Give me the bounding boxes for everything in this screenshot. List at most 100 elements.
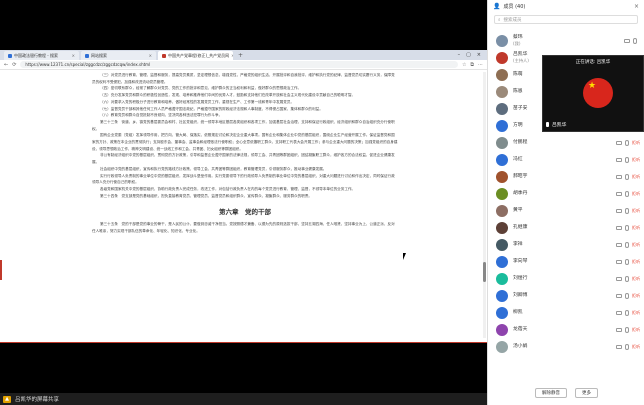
member-status: 拒听: [616, 275, 640, 282]
close-window-icon[interactable]: ×: [477, 51, 481, 60]
menu-icon[interactable]: ⋯: [478, 62, 483, 68]
member-state: 拒听: [632, 258, 640, 264]
avatar: [496, 289, 508, 302]
avatar: [496, 170, 508, 183]
member-row[interactable]: 孔继康 拒听: [488, 219, 644, 236]
paragraph: 第三十五条 党的干部是党的事业的骨干，是人民的公仆，要做到忠诚干净担当。党按照德…: [92, 222, 395, 234]
video-name-tag: 吕凯华: [546, 121, 566, 128]
member-row[interactable]: 龙蓓天 拒听: [488, 321, 644, 338]
microphone-icon: [625, 224, 629, 231]
talking-indicator: 正在讲话: 吕凯华: [575, 60, 611, 65]
member-state: 拒听: [632, 241, 640, 247]
speaker-video-tile[interactable]: 正在讲话: 吕凯华 ★ 吕凯华: [542, 55, 644, 132]
paragraph: 第三十四条 党支部是党的基础组织，担负直接教育党员、管理党员、监督党员和组织群众…: [100, 193, 313, 198]
camera-icon: [616, 225, 622, 230]
camera-icon: [624, 38, 630, 43]
microphone-icon: [625, 292, 629, 299]
member-row[interactable]: 汤小娟 拒听: [488, 338, 644, 355]
member-row[interactable]: 付鹏程 拒听: [488, 134, 644, 151]
back-icon[interactable]: ←: [4, 62, 8, 68]
avatar: [496, 204, 508, 217]
avatar: [496, 51, 508, 64]
refresh-icon[interactable]: ⟳: [12, 62, 16, 68]
star-icon: ★: [588, 81, 597, 91]
paragraph: （六）对要求入党的积极分子进行教育和培养，做好经常性的发展党员工作，重视在生产、…: [100, 99, 295, 104]
member-row[interactable]: 郝昭宇 拒听: [488, 168, 644, 185]
minimize-icon[interactable]: –: [458, 51, 461, 60]
paragraph: （八）教育党员和群众自觉抵制不良倾向，坚决同各种违法犯罪行为作斗争。: [100, 113, 223, 118]
member-name: 胡季丹: [513, 190, 528, 196]
camera-icon: [616, 140, 622, 145]
extensions-icon[interactable]: ⧉: [470, 62, 474, 68]
scrollbar-thumb[interactable]: [483, 262, 486, 282]
camera-icon: [616, 174, 622, 179]
avatar: ★: [583, 78, 613, 108]
browser-window: 中国政法银行教程 - 搜索 × 网站搜索 × 中国共产党章程(修正)_共产党员网…: [0, 50, 487, 342]
browser-tab[interactable]: 网站搜索 ×: [81, 51, 156, 60]
page-content: （三）对党员进行教育、管理、监督和服务，提高党员素质，坚定理想信念，增强党性，严…: [0, 70, 487, 342]
star-icon[interactable]: ☆: [462, 62, 466, 68]
member-name: 黄平: [513, 207, 523, 213]
browser-toolbar: ☆ ⧉ ⋯: [462, 62, 483, 68]
avatar: [496, 136, 508, 149]
members-icon: 👤: [493, 3, 501, 10]
paragraph: （五）充分发挥党员和群众的积极性创造性，发现、培养和推荐他们中间的优秀人才，鼓励…: [100, 93, 356, 98]
member-row[interactable]: 刘煜行 拒听: [488, 270, 644, 287]
member-name: 方明: [513, 122, 523, 128]
chapter-title: 第六章 党的干部: [219, 208, 271, 217]
member-name: 柳凯: [513, 309, 523, 315]
member-row[interactable]: 黄平 拒听: [488, 202, 644, 219]
member-name: 陈恩: [513, 88, 523, 94]
member-name: 陈萌: [513, 71, 523, 77]
member-state: 拒听: [632, 309, 640, 315]
screen-share-status-bar: ▲ 吕凯华的屏幕共享: [0, 393, 487, 405]
tab-favicon-icon: [162, 53, 166, 58]
member-row[interactable]: 刘卿博 拒听: [488, 287, 644, 304]
member-search-input[interactable]: ⌕ 搜索成员: [494, 15, 638, 24]
page-scrollbar[interactable]: [483, 72, 486, 338]
member-name: 刘卿博: [513, 292, 528, 298]
camera-icon: [616, 344, 622, 349]
search-icon: ⌕: [498, 17, 501, 23]
member-name: 吕凯华 (主持人): [513, 52, 529, 63]
tab-favicon-icon: [85, 53, 89, 58]
close-icon[interactable]: ×: [72, 53, 75, 58]
avatar: [496, 85, 508, 98]
member-state: 拒听: [632, 343, 640, 349]
tab-favicon-icon: [8, 53, 12, 58]
member-row[interactable]: 李向琴 拒听: [488, 253, 644, 270]
camera-icon: [616, 293, 622, 298]
screen-share-label: 吕凯华的屏幕共享: [15, 397, 60, 403]
paragraph: （四）密切联系群众，经常了解群众对党员、党的工作的批评和意见，维护群众的正当权利…: [100, 86, 302, 91]
browser-tab[interactable]: 中国政法银行教程 - 搜索 ×: [4, 51, 79, 60]
member-state: 拒听: [632, 326, 640, 332]
member-row[interactable]: 冯红 拒听: [488, 151, 644, 168]
member-status: 拒听: [616, 207, 640, 214]
close-icon[interactable]: ×: [634, 3, 639, 10]
new-tab-icon[interactable]: +: [235, 51, 246, 60]
avatar: [496, 34, 508, 47]
camera-icon: [616, 242, 622, 247]
browser-tab-active[interactable]: 中国共产党章程(修正)_共产党员网 ×: [158, 51, 233, 60]
member-row[interactable]: 胡季丹 拒听: [488, 185, 644, 202]
member-row[interactable]: 柳凯 拒听: [488, 304, 644, 321]
members-panel-header: 👤 成员 (40) ×: [488, 0, 644, 13]
member-row[interactable]: 蔡玮 (我): [488, 32, 644, 49]
more-button[interactable]: 更多: [575, 387, 598, 398]
browser-tab-bar: 中国政法银行教程 - 搜索 × 网站搜索 × 中国共产党章程(修正)_共产党员网…: [0, 50, 487, 60]
member-status: 拒听: [616, 309, 640, 316]
paragraph: （三）对党员进行教育、管理、监督和服务，提高党员素质，坚定理想信念，增强党性，严…: [92, 73, 395, 84]
microphone-icon: [546, 122, 549, 127]
unmute-all-button[interactable]: 解除静音: [535, 387, 567, 398]
avatar: [496, 187, 508, 200]
microphone-icon: [625, 326, 629, 333]
close-icon[interactable]: ×: [231, 53, 233, 58]
maximize-icon[interactable]: ▢: [466, 51, 471, 60]
member-status: 拒听: [616, 224, 640, 231]
member-row[interactable]: 李祥 拒听: [488, 236, 644, 253]
url-field[interactable]: https://www.12371.cn/special/zggcdzc/zgg…: [20, 61, 458, 68]
paragraph: 国有企业党委（党组）发挥领导作用，把方向、管大局、保落实，依照规定讨论和决定企业…: [92, 133, 398, 151]
close-icon[interactable]: ×: [149, 53, 152, 58]
avatar: [496, 238, 508, 251]
mouse-cursor-icon: [403, 253, 409, 260]
